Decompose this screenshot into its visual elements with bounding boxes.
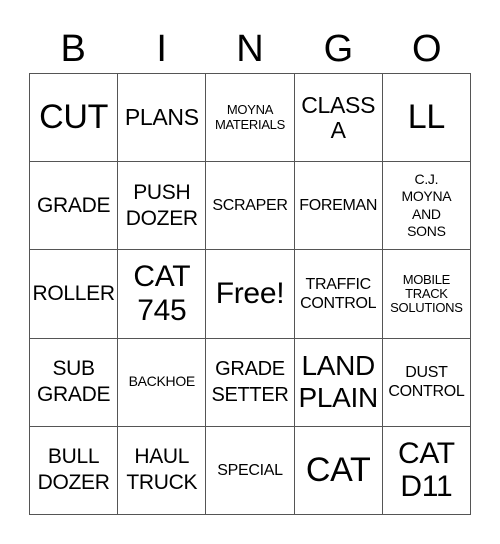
bingo-cell[interactable]: HAUL TRUCK bbox=[118, 426, 207, 515]
bingo-cell[interactable]: LAND PLAIN bbox=[294, 338, 383, 427]
header-letter-n: N bbox=[236, 28, 264, 70]
bingo-cell[interactable]: LL bbox=[382, 74, 471, 163]
free-space-cell[interactable]: Free! bbox=[206, 250, 295, 339]
bingo-cell[interactable]: CUT bbox=[30, 74, 119, 163]
bingo-cell[interactable]: BULL DOZER bbox=[30, 426, 119, 515]
bingo-cell[interactable]: CAT bbox=[294, 426, 383, 515]
bingo-cell[interactable]: CAT D11 bbox=[382, 426, 471, 515]
bingo-header: B I N G O bbox=[29, 24, 471, 74]
bingo-cell[interactable]: GRADE bbox=[30, 162, 119, 251]
header-letter-o: O bbox=[412, 28, 442, 70]
bingo-cell[interactable]: MOBILE TRACK SOLUTIONS bbox=[382, 250, 471, 339]
bingo-cell[interactable]: SUB GRADE bbox=[30, 338, 119, 427]
bingo-cell[interactable]: SPECIAL bbox=[206, 426, 295, 515]
bingo-grid: CUT PLANS MOYNA MATERIALS CLASS A LL GRA… bbox=[29, 73, 471, 515]
bingo-cell[interactable]: ROLLER bbox=[30, 250, 119, 339]
bingo-cell[interactable]: FOREMAN bbox=[294, 162, 383, 251]
bingo-cell[interactable]: C.J. MOYNA AND SONS bbox=[382, 162, 471, 251]
bingo-cell[interactable]: CAT 745 bbox=[118, 250, 207, 339]
bingo-cell[interactable]: MOYNA MATERIALS bbox=[206, 74, 295, 163]
header-letter-g: G bbox=[323, 28, 354, 70]
bingo-cell[interactable]: BACKHOE bbox=[118, 338, 207, 427]
header-letter-i: I bbox=[156, 28, 167, 70]
bingo-cell[interactable]: CLASS A bbox=[294, 74, 383, 163]
bingo-cell[interactable]: PUSH DOZER bbox=[118, 162, 207, 251]
bingo-cell[interactable]: DUST CONTROL bbox=[382, 338, 471, 427]
bingo-cell[interactable]: TRAFFIC CONTROL bbox=[294, 250, 383, 339]
bingo-cell[interactable]: SCRAPER bbox=[206, 162, 295, 251]
header-letter-b: B bbox=[60, 28, 86, 70]
bingo-cell[interactable]: GRADE SETTER bbox=[206, 338, 295, 427]
bingo-cell[interactable]: PLANS bbox=[118, 74, 207, 163]
